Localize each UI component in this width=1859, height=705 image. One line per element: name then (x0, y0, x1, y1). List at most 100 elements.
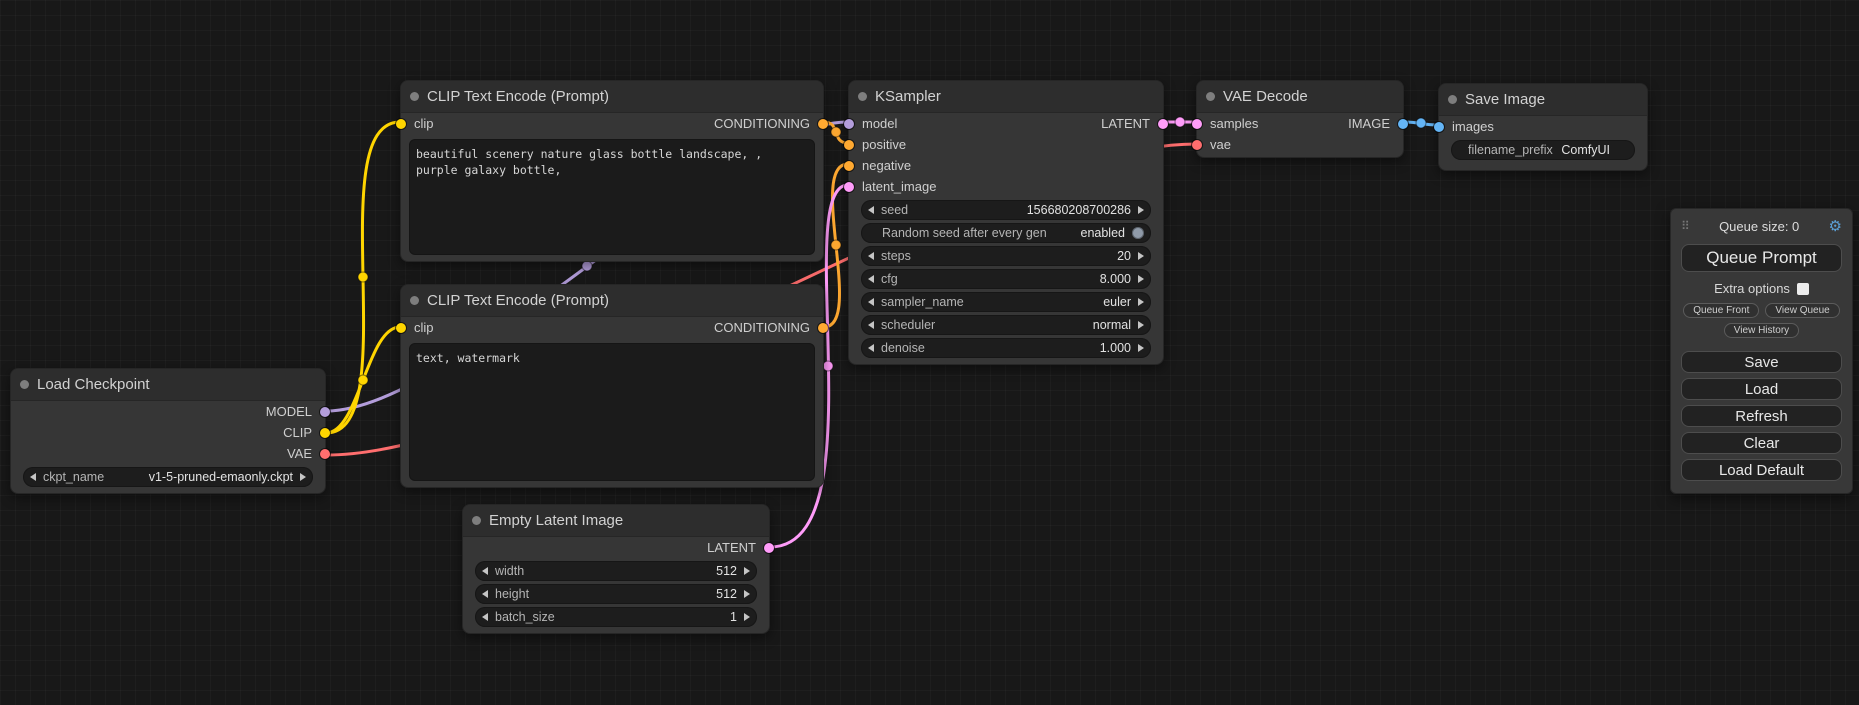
widget-name: ckpt_name (43, 470, 104, 484)
next-arrow-icon[interactable] (1138, 275, 1144, 283)
next-arrow-icon[interactable] (1138, 206, 1144, 214)
next-arrow-icon[interactable] (1138, 298, 1144, 306)
vae-input-dot[interactable] (1192, 140, 1202, 150)
image-output-dot[interactable] (1398, 119, 1408, 129)
negative-prompt-textarea[interactable]: text, watermark (409, 343, 815, 481)
extra-options-checkbox[interactable] (1797, 283, 1809, 295)
output-label-vae: VAE (287, 446, 312, 461)
collapse-dot-icon[interactable] (1448, 95, 1457, 104)
queue-panel-header: ⠿ Queue size: 0 ⚙ (1681, 217, 1842, 235)
output-label-clip: CLIP (283, 425, 312, 440)
view-history-button[interactable]: View History (1724, 323, 1799, 338)
drag-handle-icon[interactable]: ⠿ (1681, 219, 1690, 233)
output-label-latent: LATENT (707, 540, 756, 555)
model-input-dot[interactable] (844, 119, 854, 129)
collapse-dot-icon[interactable] (1206, 92, 1215, 101)
prev-arrow-icon[interactable] (482, 590, 488, 598)
latent-output-dot[interactable] (1158, 119, 1168, 129)
node-save-image[interactable]: Save Image images filename_prefix ComfyU… (1438, 83, 1648, 171)
next-arrow-icon[interactable] (1138, 321, 1144, 329)
node-titlebar[interactable]: Empty Latent Image (463, 505, 769, 537)
widget-seed[interactable]: seed 156680208700286 (861, 200, 1151, 220)
widget-scheduler[interactable]: scheduler normal (861, 315, 1151, 335)
widget-ckpt-name[interactable]: ckpt_name v1-5-pruned-emaonly.ckpt (23, 467, 313, 487)
prev-arrow-icon[interactable] (482, 613, 488, 621)
prev-arrow-icon[interactable] (30, 473, 36, 481)
negative-input-dot[interactable] (844, 161, 854, 171)
images-input-dot[interactable] (1434, 122, 1444, 132)
node-ksampler[interactable]: KSampler model LATENT positive negative … (848, 80, 1164, 365)
save-button[interactable]: Save (1681, 351, 1842, 373)
wire-midpoint-dot (582, 261, 592, 271)
widget-batch-size[interactable]: batch_size 1 (475, 607, 757, 627)
node-title: KSampler (875, 88, 941, 105)
samples-input-dot[interactable] (1192, 119, 1202, 129)
collapse-dot-icon[interactable] (410, 92, 419, 101)
next-arrow-icon[interactable] (1138, 252, 1144, 260)
node-empty-latent-image[interactable]: Empty Latent Image LATENT width 512 heig… (462, 504, 770, 634)
widget-random-seed-toggle[interactable]: Random seed after every gen enabled (861, 223, 1151, 243)
model-output-dot[interactable] (320, 407, 330, 417)
next-arrow-icon[interactable] (744, 590, 750, 598)
node-titlebar[interactable]: CLIP Text Encode (Prompt) (401, 81, 823, 113)
clear-button[interactable]: Clear (1681, 432, 1842, 454)
clip-input-dot[interactable] (396, 323, 406, 333)
widget-cfg[interactable]: cfg 8.000 (861, 269, 1151, 289)
output-label-model: MODEL (266, 404, 312, 419)
widget-value: v1-5-pruned-emaonly.ckpt (149, 470, 293, 484)
wire-midpoint-dot (358, 272, 368, 282)
node-clip-text-encode-negative[interactable]: CLIP Text Encode (Prompt) clip CONDITION… (400, 284, 824, 488)
input-label-clip: clip (414, 320, 434, 335)
node-titlebar[interactable]: VAE Decode (1197, 81, 1403, 113)
settings-gear-icon[interactable]: ⚙ (1829, 217, 1842, 235)
widget-denoise[interactable]: denoise 1.000 (861, 338, 1151, 358)
node-titlebar[interactable]: CLIP Text Encode (Prompt) (401, 285, 823, 317)
node-clip-text-encode-positive[interactable]: CLIP Text Encode (Prompt) clip CONDITION… (400, 80, 824, 262)
prev-arrow-icon[interactable] (868, 321, 874, 329)
collapse-dot-icon[interactable] (858, 92, 867, 101)
queue-panel: ⠿ Queue size: 0 ⚙ Queue Prompt Extra opt… (1670, 208, 1853, 494)
node-titlebar[interactable]: Save Image (1439, 84, 1647, 116)
collapse-dot-icon[interactable] (472, 516, 481, 525)
prev-arrow-icon[interactable] (868, 344, 874, 352)
view-queue-button[interactable]: View Queue (1765, 303, 1839, 318)
node-titlebar[interactable]: Load Checkpoint (11, 369, 325, 401)
widget-width[interactable]: width 512 (475, 561, 757, 581)
positive-prompt-textarea[interactable]: beautiful scenery nature glass bottle la… (409, 139, 815, 255)
load-default-button[interactable]: Load Default (1681, 459, 1842, 481)
node-vae-decode[interactable]: VAE Decode samples IMAGE vae (1196, 80, 1404, 158)
output-label-conditioning: CONDITIONING (714, 116, 810, 131)
prev-arrow-icon[interactable] (868, 298, 874, 306)
prev-arrow-icon[interactable] (868, 252, 874, 260)
next-arrow-icon[interactable] (744, 567, 750, 575)
widget-steps[interactable]: steps 20 (861, 246, 1151, 266)
clip-input-dot[interactable] (396, 119, 406, 129)
comfyui-canvas[interactable]: Load Checkpoint MODEL CLIP VAE ckpt_name… (0, 0, 1859, 705)
widget-height[interactable]: height 512 (475, 584, 757, 604)
widget-sampler-name[interactable]: sampler_name euler (861, 292, 1151, 312)
refresh-button[interactable]: Refresh (1681, 405, 1842, 427)
prev-arrow-icon[interactable] (868, 275, 874, 283)
latent-output-dot[interactable] (764, 543, 774, 553)
collapse-dot-icon[interactable] (410, 296, 419, 305)
conditioning-output-dot[interactable] (818, 119, 828, 129)
vae-output-dot[interactable] (320, 449, 330, 459)
next-arrow-icon[interactable] (744, 613, 750, 621)
load-button[interactable]: Load (1681, 378, 1842, 400)
next-arrow-icon[interactable] (300, 473, 306, 481)
conditioning-output-dot[interactable] (818, 323, 828, 333)
next-arrow-icon[interactable] (1138, 344, 1144, 352)
widget-filename-prefix[interactable]: filename_prefix ComfyUI (1451, 140, 1635, 160)
wire-midpoint-dot (831, 127, 841, 137)
latent-image-input-dot[interactable] (844, 182, 854, 192)
collapse-dot-icon[interactable] (20, 380, 29, 389)
clip-output-dot[interactable] (320, 428, 330, 438)
positive-input-dot[interactable] (844, 140, 854, 150)
queue-front-button[interactable]: Queue Front (1683, 303, 1759, 318)
toggle-dot-icon[interactable] (1132, 227, 1144, 239)
prev-arrow-icon[interactable] (868, 206, 874, 214)
node-titlebar[interactable]: KSampler (849, 81, 1163, 113)
prev-arrow-icon[interactable] (482, 567, 488, 575)
queue-prompt-button[interactable]: Queue Prompt (1681, 244, 1842, 272)
node-load-checkpoint[interactable]: Load Checkpoint MODEL CLIP VAE ckpt_name… (10, 368, 326, 494)
